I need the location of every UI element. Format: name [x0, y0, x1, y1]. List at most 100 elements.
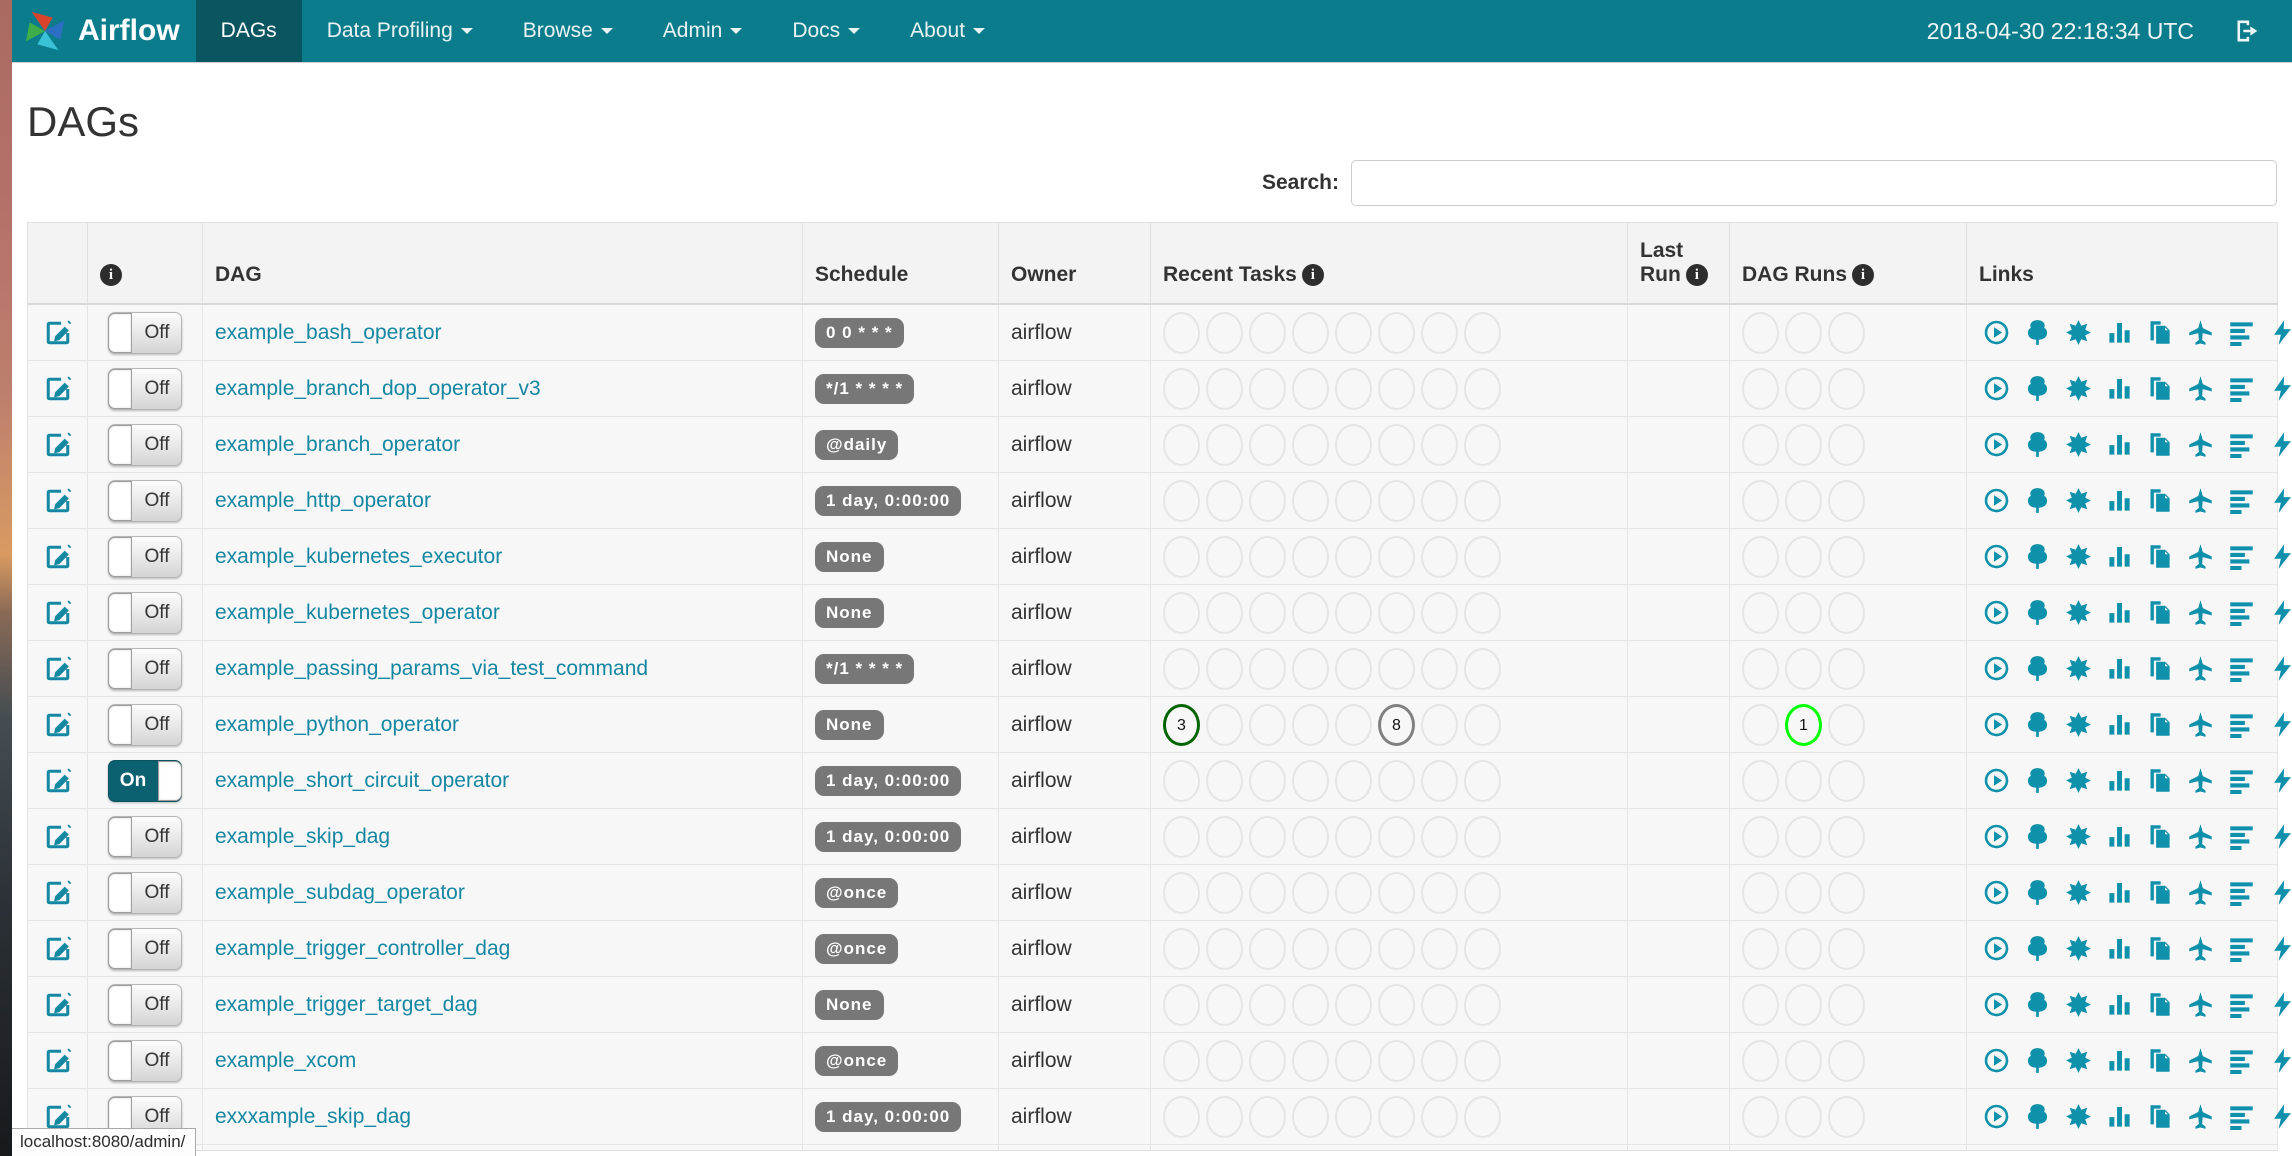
tree-view-icon[interactable] [2024, 543, 2051, 570]
landing-times-icon[interactable] [2187, 319, 2214, 346]
task-tries-icon[interactable] [2146, 655, 2173, 682]
task-duration-icon[interactable] [2106, 431, 2133, 458]
edit-dag-icon[interactable] [43, 1102, 73, 1132]
edit-dag-icon[interactable] [43, 990, 73, 1020]
graph-view-icon[interactable] [2065, 375, 2092, 402]
edit-dag-icon[interactable] [43, 598, 73, 628]
dag-pause-toggle[interactable]: Off [108, 367, 182, 410]
code-icon[interactable] [2269, 879, 2292, 906]
dag-pause-toggle[interactable]: Off [108, 815, 182, 858]
code-icon[interactable] [2269, 543, 2292, 570]
task-duration-icon[interactable] [2106, 319, 2133, 346]
schedule-badge[interactable]: 0 0 * * * [815, 317, 904, 348]
graph-view-icon[interactable] [2065, 935, 2092, 962]
gantt-icon[interactable] [2228, 487, 2255, 514]
task-tries-icon[interactable] [2146, 487, 2173, 514]
dag-link[interactable]: example_trigger_controller_dag [215, 937, 510, 960]
tree-view-icon[interactable] [2024, 1103, 2051, 1130]
trigger-dag-icon[interactable] [1983, 1047, 2010, 1074]
task-tries-icon[interactable] [2146, 879, 2173, 906]
dag-link[interactable]: example_branch_operator [215, 433, 460, 456]
schedule-badge[interactable]: None [815, 541, 884, 572]
task-duration-icon[interactable] [2106, 599, 2133, 626]
info-icon[interactable]: i [1685, 264, 1708, 287]
gantt-icon[interactable] [2228, 879, 2255, 906]
gantt-icon[interactable] [2228, 599, 2255, 626]
gantt-icon[interactable] [2228, 823, 2255, 850]
nav-item-data-profiling[interactable]: Data Profiling [302, 0, 498, 62]
gantt-icon[interactable] [2228, 935, 2255, 962]
edit-dag-icon[interactable] [43, 430, 73, 460]
tree-view-icon[interactable] [2024, 375, 2051, 402]
dag-pause-toggle[interactable]: Off [108, 983, 182, 1026]
trigger-dag-icon[interactable] [1983, 319, 2010, 346]
edit-dag-icon[interactable] [43, 654, 73, 684]
task-status-circle[interactable]: 8 [1378, 703, 1415, 746]
tree-view-icon[interactable] [2024, 711, 2051, 738]
dag-pause-toggle[interactable]: Off [108, 423, 182, 466]
graph-view-icon[interactable] [2065, 1047, 2092, 1074]
code-icon[interactable] [2269, 487, 2292, 514]
schedule-badge[interactable]: None [815, 989, 884, 1020]
dag-link[interactable]: example_python_operator [215, 713, 459, 736]
code-icon[interactable] [2269, 711, 2292, 738]
task-tries-icon[interactable] [2146, 1047, 2173, 1074]
nav-item-about[interactable]: About [885, 0, 1010, 62]
task-duration-icon[interactable] [2106, 991, 2133, 1018]
nav-item-admin[interactable]: Admin [638, 0, 768, 62]
trigger-dag-icon[interactable] [1983, 767, 2010, 794]
task-duration-icon[interactable] [2106, 487, 2133, 514]
task-tries-icon[interactable] [2146, 711, 2173, 738]
dag-link[interactable]: example_subdag_operator [215, 881, 465, 904]
dag-pause-toggle[interactable]: Off [108, 479, 182, 522]
trigger-dag-icon[interactable] [1983, 935, 2010, 962]
task-tries-icon[interactable] [2146, 375, 2173, 402]
task-tries-icon[interactable] [2146, 991, 2173, 1018]
dag-link[interactable]: example_branch_dop_operator_v3 [215, 377, 541, 400]
gantt-icon[interactable] [2228, 431, 2255, 458]
trigger-dag-icon[interactable] [1983, 487, 2010, 514]
graph-view-icon[interactable] [2065, 711, 2092, 738]
dag-link[interactable]: example_bash_operator [215, 321, 442, 344]
schedule-badge[interactable]: None [815, 709, 884, 740]
graph-view-icon[interactable] [2065, 655, 2092, 682]
task-duration-icon[interactable] [2106, 823, 2133, 850]
dag-pause-toggle[interactable]: Off [108, 871, 182, 914]
graph-view-icon[interactable] [2065, 543, 2092, 570]
edit-dag-icon[interactable] [43, 486, 73, 516]
landing-times-icon[interactable] [2187, 991, 2214, 1018]
trigger-dag-icon[interactable] [1983, 711, 2010, 738]
landing-times-icon[interactable] [2187, 599, 2214, 626]
dag-link[interactable]: example_kubernetes_executor [215, 545, 502, 568]
edit-dag-icon[interactable] [43, 934, 73, 964]
gantt-icon[interactable] [2228, 1103, 2255, 1130]
task-status-circle[interactable]: 3 [1163, 703, 1200, 746]
airflow-brand[interactable]: Airflow [12, 0, 196, 62]
dag-link[interactable]: example_passing_params_via_test_command [215, 657, 648, 680]
nav-item-browse[interactable]: Browse [498, 0, 638, 62]
edit-dag-icon[interactable] [43, 1046, 73, 1076]
landing-times-icon[interactable] [2187, 823, 2214, 850]
code-icon[interactable] [2269, 431, 2292, 458]
schedule-badge[interactable]: 1 day, 0:00:00 [815, 821, 962, 852]
task-duration-icon[interactable] [2106, 879, 2133, 906]
task-tries-icon[interactable] [2146, 319, 2173, 346]
edit-dag-icon[interactable] [43, 822, 73, 852]
schedule-badge[interactable]: @once [815, 877, 899, 908]
edit-dag-icon[interactable] [43, 766, 73, 796]
gantt-icon[interactable] [2228, 655, 2255, 682]
task-duration-icon[interactable] [2106, 711, 2133, 738]
gantt-icon[interactable] [2228, 543, 2255, 570]
tree-view-icon[interactable] [2024, 1047, 2051, 1074]
edit-dag-icon[interactable] [43, 542, 73, 572]
dag-pause-toggle[interactable]: Off [108, 1039, 182, 1082]
schedule-badge[interactable]: 1 day, 0:00:00 [815, 765, 962, 796]
tree-view-icon[interactable] [2024, 431, 2051, 458]
task-duration-icon[interactable] [2106, 935, 2133, 962]
tree-view-icon[interactable] [2024, 655, 2051, 682]
task-duration-icon[interactable] [2106, 1047, 2133, 1074]
gantt-icon[interactable] [2228, 375, 2255, 402]
header-owner[interactable]: Owner [998, 222, 1151, 305]
graph-view-icon[interactable] [2065, 319, 2092, 346]
trigger-dag-icon[interactable] [1983, 823, 2010, 850]
